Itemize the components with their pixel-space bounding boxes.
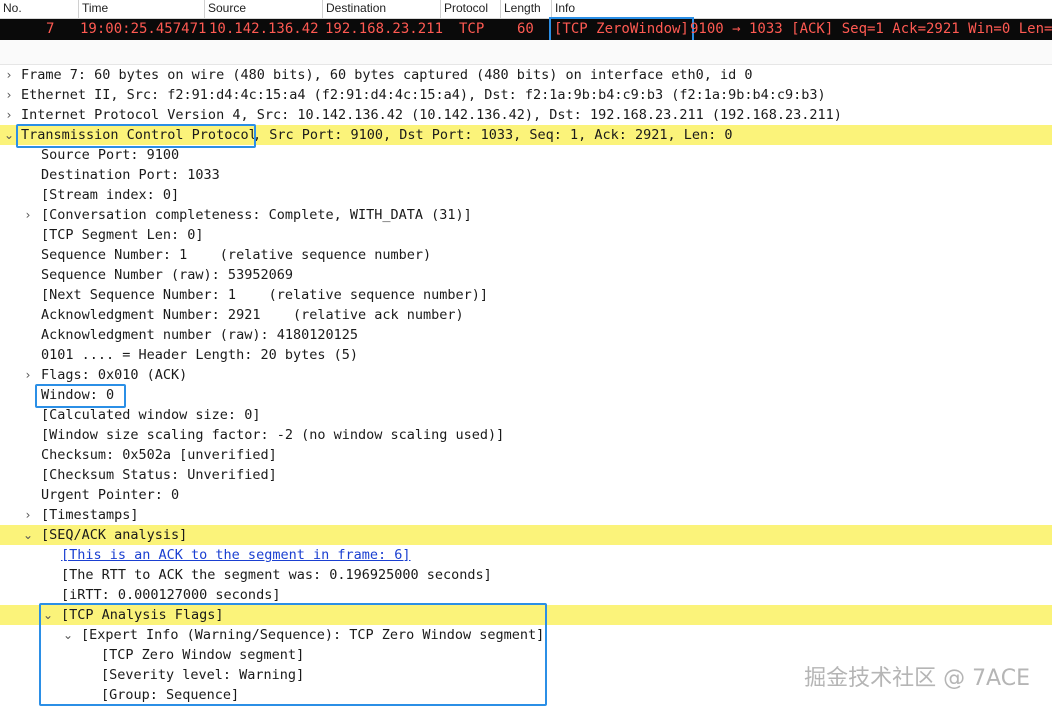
- tree-label: [Calculated window size: 0]: [41, 407, 261, 423]
- tcp-title: Transmission Control Protocol: [21, 127, 257, 143]
- tree-label: [Severity level: Warning]: [101, 667, 305, 683]
- tree-label: Urgent Pointer: 0: [41, 487, 180, 503]
- tree-label: Acknowledgment Number: 2921 (relative ac…: [41, 307, 464, 323]
- packet-source: 10.142.136.42: [209, 21, 319, 37]
- packet-protocol: TCP: [459, 21, 485, 37]
- chevron-right-icon[interactable]: ›: [23, 505, 33, 525]
- tree-label: Acknowledgment number (raw): 4180120125: [41, 327, 358, 343]
- tree-item-ack-raw[interactable]: Acknowledgment number (raw): 4180120125: [0, 325, 1052, 345]
- tree-item-dst-port[interactable]: Destination Port: 1033: [0, 165, 1052, 185]
- ack-frame-link[interactable]: [This is an ACK to the segment in frame:…: [61, 545, 411, 565]
- tree-item-seq-raw[interactable]: Sequence Number (raw): 53952069: [0, 265, 1052, 285]
- chevron-down-icon[interactable]: ⌄: [23, 525, 33, 545]
- column-length[interactable]: Length: [500, 0, 554, 18]
- chevron-down-icon[interactable]: ⌄: [4, 125, 14, 145]
- column-time[interactable]: Time: [78, 0, 208, 18]
- tree-label: [iRTT: 0.000127000 seconds]: [61, 587, 281, 603]
- tree-label: Ethernet II, Src: f2:91:d4:4c:15:a4 (f2:…: [21, 87, 826, 103]
- tree-item-calc-window[interactable]: [Calculated window size: 0]: [0, 405, 1052, 425]
- column-source[interactable]: Source: [204, 0, 326, 18]
- chevron-right-icon[interactable]: ›: [23, 365, 33, 385]
- tree-item-tcp[interactable]: ⌄ Transmission Control Protocol , Src Po…: [0, 125, 1052, 145]
- zero-window-flag: [TCP ZeroWindow]: [549, 17, 694, 42]
- tree-item-ip[interactable]: › Internet Protocol Version 4, Src: 10.1…: [0, 105, 1052, 125]
- column-no[interactable]: No.: [0, 0, 80, 18]
- tree-label: [Stream index: 0]: [41, 187, 180, 203]
- tree-item-irtt[interactable]: [iRTT: 0.000127000 seconds]: [0, 585, 1052, 605]
- tree-item-window[interactable]: Window: 0: [0, 385, 1052, 405]
- tree-item-expert-info[interactable]: ⌄ [Expert Info (Warning/Sequence): TCP Z…: [0, 625, 1052, 645]
- pane-divider[interactable]: [0, 40, 1052, 65]
- packet-info: 9100 → 1033 [ACK] Seq=1 Ack=2921 Win=0 L…: [690, 21, 1052, 37]
- tree-label: Sequence Number (raw): 53952069: [41, 267, 293, 283]
- tree-label: [SEQ/ACK analysis]: [41, 527, 188, 543]
- tree-item-seq-num[interactable]: Sequence Number: 1 (relative sequence nu…: [0, 245, 1052, 265]
- packet-row-selected[interactable]: 7 19:00:25.457471 10.142.136.42 192.168.…: [0, 17, 1052, 42]
- packet-length: 60: [517, 21, 534, 37]
- tree-item-checksum[interactable]: Checksum: 0x502a [unverified]: [0, 445, 1052, 465]
- tcp-summary: , Src Port: 9100, Dst Port: 1033, Seq: 1…: [253, 127, 733, 143]
- tree-item-ethernet[interactable]: › Ethernet II, Src: f2:91:d4:4c:15:a4 (f…: [0, 85, 1052, 105]
- tree-item-conversation[interactable]: › [Conversation completeness: Complete, …: [0, 205, 1052, 225]
- tree-item-flags[interactable]: › Flags: 0x010 (ACK): [0, 365, 1052, 385]
- tree-label: [Next Sequence Number: 1 (relative seque…: [41, 287, 489, 303]
- chevron-down-icon[interactable]: ⌄: [43, 605, 53, 625]
- packet-list-header: No. Time Source Destination Protocol Len…: [0, 0, 1052, 19]
- tree-item-ack-frame[interactable]: [This is an ACK to the segment in frame:…: [0, 545, 1052, 565]
- chevron-right-icon[interactable]: ›: [23, 205, 33, 225]
- tree-label: 0101 .... = Header Length: 20 bytes (5): [41, 347, 358, 363]
- tree-item-seg-len[interactable]: [TCP Segment Len: 0]: [0, 225, 1052, 245]
- chevron-right-icon[interactable]: ›: [4, 105, 14, 125]
- tree-label: [Window size scaling factor: -2 (no wind…: [41, 427, 505, 443]
- tree-label: [The RTT to ACK the segment was: 0.19692…: [61, 567, 492, 583]
- tree-item-header-len[interactable]: 0101 .... = Header Length: 20 bytes (5): [0, 345, 1052, 365]
- tree-label: Frame 7: 60 bytes on wire (480 bits), 60…: [21, 67, 753, 83]
- packet-destination: 192.168.23.211: [325, 21, 444, 37]
- tree-label: Checksum: 0x502a [unverified]: [41, 447, 277, 463]
- column-destination[interactable]: Destination: [322, 0, 444, 18]
- tree-item-frame[interactable]: › Frame 7: 60 bytes on wire (480 bits), …: [0, 65, 1052, 85]
- tree-label: Window: 0: [41, 387, 115, 403]
- tree-label: [TCP Zero Window segment]: [101, 647, 305, 663]
- tree-item-ack-num[interactable]: Acknowledgment Number: 2921 (relative ac…: [0, 305, 1052, 325]
- tree-item-checksum-status[interactable]: [Checksum Status: Unverified]: [0, 465, 1052, 485]
- watermark: 掘金技术社区 @ 7ACE: [804, 666, 1030, 691]
- tree-item-timestamps[interactable]: › [Timestamps]: [0, 505, 1052, 525]
- chevron-right-icon[interactable]: ›: [4, 65, 14, 85]
- tree-item-urgent[interactable]: Urgent Pointer: 0: [0, 485, 1052, 505]
- tree-item-rtt[interactable]: [The RTT to ACK the segment was: 0.19692…: [0, 565, 1052, 585]
- tree-label: [Conversation completeness: Complete, WI…: [41, 207, 472, 223]
- packet-no: 7: [46, 21, 55, 37]
- tree-label: [Group: Sequence]: [101, 687, 240, 703]
- chevron-right-icon[interactable]: ›: [4, 85, 14, 105]
- tree-item-seq-ack[interactable]: ⌄ [SEQ/ACK analysis]: [0, 525, 1052, 545]
- tree-label: [Expert Info (Warning/Sequence): TCP Zer…: [81, 627, 545, 643]
- column-info[interactable]: Info: [551, 0, 1050, 18]
- chevron-down-icon[interactable]: ⌄: [63, 625, 73, 645]
- tree-label: Destination Port: 1033: [41, 167, 220, 183]
- tree-label: [Checksum Status: Unverified]: [41, 467, 277, 483]
- tree-label: [TCP Segment Len: 0]: [41, 227, 204, 243]
- tree-item-analysis-flags[interactable]: ⌄ [TCP Analysis Flags]: [0, 605, 1052, 625]
- tree-item-stream-index[interactable]: [Stream index: 0]: [0, 185, 1052, 205]
- tree-label: [TCP Analysis Flags]: [61, 607, 224, 623]
- tree-label: Sequence Number: 1 (relative sequence nu…: [41, 247, 432, 263]
- tree-label: [Timestamps]: [41, 507, 139, 523]
- packet-time: 19:00:25.457471: [80, 21, 207, 37]
- column-protocol[interactable]: Protocol: [440, 0, 503, 18]
- tree-label: Flags: 0x010 (ACK): [41, 367, 188, 383]
- tree-item-scaling[interactable]: [Window size scaling factor: -2 (no wind…: [0, 425, 1052, 445]
- tree-label: Source Port: 9100: [41, 147, 180, 163]
- tree-item-src-port[interactable]: Source Port: 9100: [0, 145, 1052, 165]
- tree-item-next-seq[interactable]: [Next Sequence Number: 1 (relative seque…: [0, 285, 1052, 305]
- tree-label: Internet Protocol Version 4, Src: 10.142…: [21, 107, 842, 123]
